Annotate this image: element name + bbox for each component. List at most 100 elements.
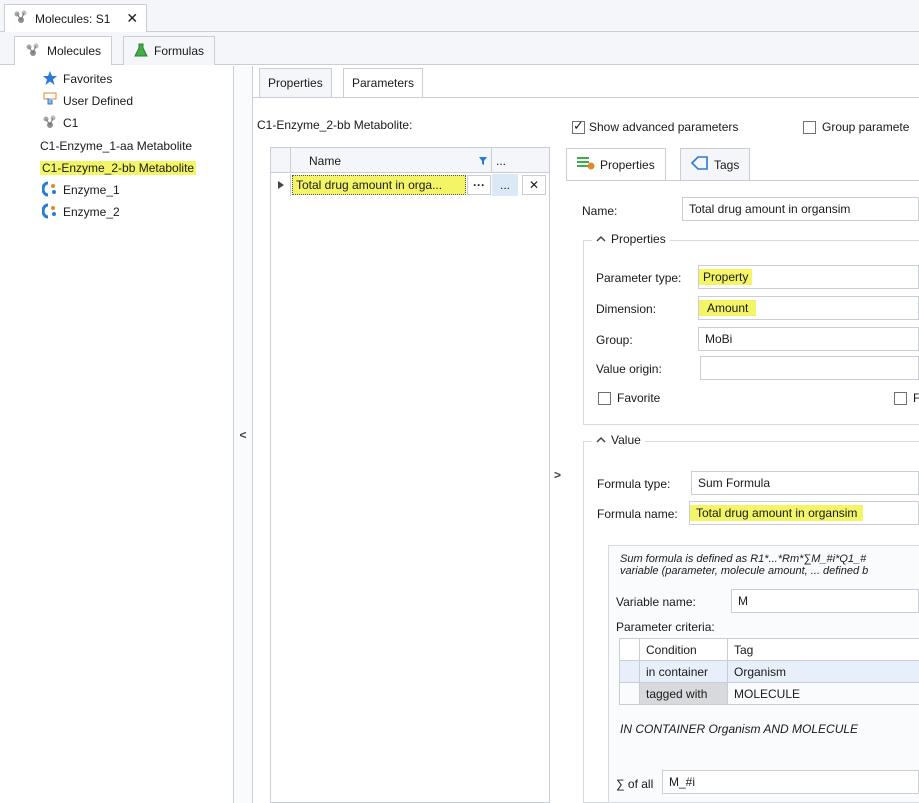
- edit-ellipsis-button[interactable]: ···: [467, 175, 491, 195]
- criteria-condition-cell[interactable]: tagged with: [639, 682, 728, 705]
- dimension-label: Dimension:: [596, 302, 657, 316]
- filter-icon[interactable]: [476, 148, 490, 173]
- tree-item-enzyme-1[interactable]: Enzyme_1: [41, 180, 120, 200]
- formula-type-label: Formula type:: [597, 477, 671, 491]
- tree-item-user-defined[interactable]: User Defined: [42, 91, 133, 111]
- tag-icon: [690, 156, 709, 173]
- checkbox-unchecked-icon: [598, 391, 611, 405]
- value-origin-field[interactable]: [700, 356, 919, 380]
- tab-formulas[interactable]: Formulas: [123, 36, 216, 65]
- parameter-owner-label: C1-Enzyme_2-bb Metabolite:: [257, 118, 413, 132]
- enzyme-icon: [41, 181, 58, 200]
- document-tab-molecules-s1[interactable]: Molecules: S1 ✕: [4, 4, 148, 32]
- tab-molecules[interactable]: Molecules: [14, 36, 113, 65]
- close-icon[interactable]: ✕: [126, 10, 138, 27]
- chevron-up-icon: [596, 433, 606, 447]
- tree-item-enzyme-2[interactable]: Enzyme_2: [41, 202, 120, 222]
- tree-item-label: C1-Enzyme_1-aa Metabolite: [40, 139, 193, 153]
- row-indicator: [619, 682, 640, 705]
- column-header-condition[interactable]: Condition: [639, 638, 728, 661]
- checkbox-unchecked-icon: [894, 391, 907, 405]
- molecule-tree: Favorites User Defined C1 C1-Enzyme_1-aa…: [14, 66, 234, 803]
- criteria-tag-cell[interactable]: Organism: [727, 660, 919, 683]
- group-parameters-checkbox[interactable]: Group paramete: [803, 120, 909, 134]
- divider: [566, 180, 919, 181]
- checkbox-checked-icon: [572, 118, 585, 134]
- tab-detail-properties[interactable]: Properties: [566, 148, 666, 180]
- collapse-left-panel-button[interactable]: <: [234, 66, 253, 803]
- value-group-header[interactable]: Value: [592, 433, 645, 447]
- grid-header: Name ...: [271, 148, 549, 173]
- formula-name-label: Formula name:: [597, 507, 678, 521]
- tree-item-label: Enzyme_2: [63, 205, 120, 219]
- show-advanced-parameters-checkbox[interactable]: Show advanced parameters: [572, 118, 738, 134]
- table-row[interactable]: Total drug amount in orga... ··· ... ✕: [271, 174, 549, 196]
- checkbox-unchecked-icon: [803, 120, 816, 134]
- tab-properties[interactable]: Properties: [259, 68, 332, 97]
- chevron-up-icon: [596, 232, 606, 246]
- column-header-name[interactable]: Name: [291, 148, 491, 173]
- table-row[interactable]: in container Organism: [619, 660, 919, 683]
- tab-label: Parameters: [352, 76, 415, 90]
- second-checkbox[interactable]: F: [894, 391, 919, 405]
- column-header-tag[interactable]: Tag: [727, 638, 919, 661]
- variable-name-label: Variable name:: [616, 595, 696, 609]
- column-header-more[interactable]: ...: [491, 148, 517, 173]
- dimension-field[interactable]: Amount: [698, 296, 919, 320]
- tree-item-label: C1: [63, 116, 79, 130]
- sum-of-all-label: ∑ of all: [616, 777, 654, 791]
- criteria-table: Condition Tag in container Organism tagg…: [619, 638, 919, 713]
- sum-formula-description: Sum formula is defined as R1*...*Rm*∑M_#…: [620, 553, 869, 577]
- favorite-checkbox[interactable]: Favorite: [598, 391, 660, 405]
- criteria-indicator-header: [619, 638, 640, 661]
- parameter-type-field[interactable]: Property: [698, 265, 919, 289]
- tree-item-label: Favorites: [63, 72, 113, 86]
- tree-item-label: Enzyme_1: [63, 183, 120, 197]
- more-cell[interactable]: ...: [492, 174, 518, 196]
- properties-group-header[interactable]: Properties: [592, 232, 670, 246]
- molecule-icon: [42, 115, 58, 132]
- molecules-icon: [13, 10, 29, 27]
- tree-item-c1[interactable]: C1: [42, 113, 78, 133]
- tree-item-c1-enzyme-2-bb-metabolite[interactable]: C1-Enzyme_2-bb Metabolite: [40, 158, 197, 178]
- name-input[interactable]: Total drug amount in organsim: [682, 197, 919, 221]
- sum-of-all-input[interactable]: M_#i: [662, 770, 919, 794]
- flask-icon: [134, 43, 148, 60]
- variable-name-input[interactable]: M: [731, 589, 919, 613]
- tab-formulas-label: Formulas: [154, 44, 205, 58]
- parameter-type-label: Parameter type:: [596, 271, 682, 285]
- formula-name-field[interactable]: Total drug amount in organsim: [689, 501, 919, 525]
- parameter-name-cell[interactable]: Total drug amount in orga...: [292, 175, 466, 195]
- tree-item-c1-enzyme-1-aa-metabolite[interactable]: C1-Enzyme_1-aa Metabolite: [40, 136, 192, 156]
- tab-detail-tags[interactable]: Tags: [680, 148, 751, 180]
- chevron-left-icon: <: [239, 427, 247, 442]
- name-label: Name:: [582, 204, 618, 218]
- tab-label: Properties: [268, 76, 323, 90]
- collapse-grid-button[interactable]: >: [550, 147, 565, 803]
- divider: [253, 97, 919, 98]
- criteria-condition-cell[interactable]: in container: [639, 660, 728, 683]
- table-row[interactable]: tagged with MOLECULE: [619, 682, 919, 705]
- formula-type-field[interactable]: Sum Formula: [691, 471, 919, 495]
- parameter-grid: Name ... Total drug amount in orga... ··…: [270, 147, 550, 803]
- criteria-tag-cell[interactable]: MOLECULE: [727, 682, 919, 705]
- tree-item-label: User Defined: [63, 94, 134, 108]
- criteria-summary: IN CONTAINER Organism AND MOLECULE: [620, 722, 859, 736]
- hand-icon: [42, 92, 58, 111]
- tree-item-favorites[interactable]: Favorites: [42, 69, 112, 89]
- tab-parameters[interactable]: Parameters: [343, 68, 424, 97]
- parameter-criteria-label: Parameter criteria:: [616, 620, 715, 634]
- criteria-header-row: Condition Tag: [619, 638, 919, 661]
- group-label: Group:: [596, 333, 633, 347]
- delete-row-button[interactable]: ✕: [522, 175, 546, 195]
- group-field[interactable]: MoBi: [698, 327, 919, 351]
- enzyme-icon: [41, 203, 58, 222]
- row-indicator: [271, 174, 291, 196]
- document-tab-label: Molecules: S1: [35, 11, 111, 26]
- properties-grid-icon: [577, 156, 595, 173]
- tab-molecules-label: Molecules: [47, 44, 102, 58]
- chevron-right-icon: >: [553, 468, 561, 482]
- molecules-icon: [25, 43, 41, 60]
- star-icon: [42, 70, 58, 89]
- grid-row-indicator-header: [271, 148, 291, 173]
